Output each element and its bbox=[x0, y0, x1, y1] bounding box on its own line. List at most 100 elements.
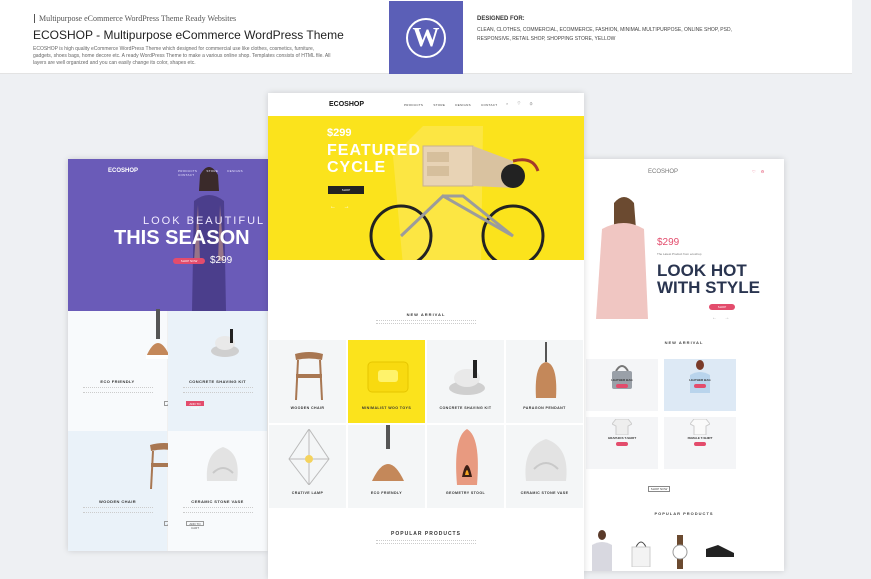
product-card[interactable]: CONCRETE SHAVING KIT bbox=[426, 339, 505, 424]
center-logo[interactable]: ECOSHOP bbox=[329, 101, 364, 108]
product-card[interactable]: ECO FRIENDLY bbox=[347, 424, 426, 509]
product-name: MINIMALIST WOO TOYS bbox=[361, 406, 412, 410]
left-hero-banner: ECOSHOP PRODUCTS STORE DESIGNS CONTACT L… bbox=[68, 159, 268, 311]
product-card[interactable]: PARAGON PENDANT bbox=[505, 339, 584, 424]
wooden-chair-image bbox=[295, 352, 323, 400]
product-name: PARAGON PENDANT bbox=[523, 406, 566, 410]
center-new-arrival-heading: NEW ARRIVAL bbox=[406, 312, 446, 317]
right-header-icons[interactable]: ♡ ⚙ bbox=[752, 169, 766, 174]
watch-image bbox=[672, 535, 688, 569]
theme-description: ECOSHOP is high quality eCommerce WordPr… bbox=[33, 46, 331, 66]
product-name: WOODEN CHAIR bbox=[290, 406, 325, 410]
product-name: GRAPHICS T-SHIRT bbox=[607, 436, 637, 440]
product-name: FEMALE T-SHIRT bbox=[687, 436, 713, 440]
add-to-cart-button[interactable]: ADD TO CART bbox=[186, 401, 204, 410]
center-hero-price: $299 bbox=[327, 127, 352, 139]
shaving-kit-image bbox=[211, 329, 239, 357]
center-nav[interactable]: PRODUCTS STORE DESIGNS CONTACT bbox=[404, 103, 497, 107]
product-card[interactable]: LEATHER BAG bbox=[586, 359, 658, 411]
center-header-icons[interactable]: ⌕ ♡ ⚙ bbox=[506, 101, 537, 106]
designed-for-tags: CLEAN, CLOTHES, COMMERCIAL, ECOMMERCE, F… bbox=[477, 27, 732, 42]
center-popular-products-heading: POPULAR PRODUCTS bbox=[391, 531, 461, 537]
product-name: CERAMIC STONE VASE bbox=[520, 491, 569, 495]
product-name: LEATHER BAG bbox=[689, 378, 711, 382]
product-card[interactable]: CERAMIC STONE VASE bbox=[505, 424, 584, 509]
product-card[interactable]: GRAPHICS T-SHIRT bbox=[586, 417, 658, 469]
left-hero-price: $299 bbox=[210, 255, 233, 266]
right-logo[interactable]: ECOSHOP bbox=[648, 169, 678, 175]
eco-lamp-image bbox=[372, 425, 404, 481]
add-to-cart-button[interactable]: ADD TO CART bbox=[186, 521, 204, 530]
right-new-arrival-heading: NEW ARRIVAL bbox=[664, 340, 704, 345]
center-popular-sub bbox=[376, 540, 476, 544]
ceramic-vase-image bbox=[206, 447, 238, 481]
product-desc-placeholder bbox=[83, 507, 153, 513]
theme-header: Multipurpose eCommerce WordPress Theme R… bbox=[0, 0, 852, 74]
product-name: ECO FRIENDLY bbox=[100, 379, 135, 384]
bicycle-with-box-image bbox=[369, 126, 545, 260]
product-name: WOODEN CHAIR bbox=[98, 499, 137, 504]
product-card[interactable]: WOODEN CHAIR ADD TO CART bbox=[68, 431, 182, 551]
product-card[interactable]: GEOMETRY STOOL bbox=[426, 424, 505, 509]
product-name: CERAMIC STONE VASE bbox=[191, 499, 244, 504]
model-image bbox=[592, 530, 612, 571]
sneaker-image bbox=[706, 545, 734, 560]
product-card[interactable]: LEATHER BAG bbox=[664, 359, 736, 411]
product-name: CONCRETE SHAVING KIT bbox=[439, 406, 492, 410]
right-hero-arrows[interactable]: ← → bbox=[712, 315, 732, 321]
woman-pink-coat-image bbox=[596, 197, 648, 319]
left-shop-now-button[interactable]: SHOP NOW bbox=[173, 258, 205, 264]
center-hero-line2: CYCLE bbox=[327, 159, 387, 176]
center-topbar: ECOSHOP PRODUCTS STORE DESIGNS CONTACT ⌕… bbox=[268, 93, 584, 116]
left-preview-screenshot: ECOSHOP PRODUCTS STORE DESIGNS CONTACT L… bbox=[68, 159, 268, 551]
center-preview-screenshot: ECOSHOP PRODUCTS STORE DESIGNS CONTACT ⌕… bbox=[268, 93, 584, 579]
product-name: ECO FRIENDLY bbox=[370, 491, 403, 495]
product-name: LEATHER BAG bbox=[611, 378, 633, 382]
product-card[interactable]: WOODEN CHAIR bbox=[268, 339, 347, 424]
right-shop-button[interactable]: SHOP bbox=[709, 304, 735, 310]
wordpress-logo-icon: W bbox=[406, 17, 446, 58]
left-hero-line2: THIS SEASON bbox=[114, 227, 250, 249]
left-nav[interactable]: PRODUCTS STORE DESIGNS CONTACT bbox=[178, 169, 268, 177]
right-preview-screenshot: ECOSHOP ♡ ⚙ $299 The Latest Product from… bbox=[584, 159, 784, 571]
product-card[interactable]: CRATIVE LAMP bbox=[268, 424, 347, 509]
left-logo[interactable]: ECOSHOP bbox=[108, 168, 138, 174]
pendant-lamp-image bbox=[535, 342, 557, 398]
designed-for-label: DESIGNED FOR: bbox=[477, 16, 525, 22]
shaving-kit-image bbox=[449, 360, 485, 395]
tshirt-image bbox=[612, 419, 632, 435]
left-hero-line1: LOOK BEAUTIFUL bbox=[143, 215, 266, 227]
right-shop-now-button[interactable]: SHOP NOW bbox=[648, 486, 670, 492]
right-hero-sub: The Latest Product from ecoshop bbox=[657, 252, 702, 256]
female-tshirt-image bbox=[690, 419, 710, 435]
product-card[interactable]: MINIMALIST WOO TOYS bbox=[347, 339, 426, 424]
product-name: CONCRETE SHAVING KIT bbox=[188, 379, 247, 384]
center-new-arrival-sub bbox=[376, 320, 476, 324]
center-shop-button[interactable]: SHOP bbox=[328, 186, 364, 194]
center-hero-line1: FEATURED bbox=[327, 142, 421, 159]
center-hero-arrows[interactable]: ← → bbox=[330, 204, 353, 210]
geometry-stool-image bbox=[456, 429, 478, 485]
product-button[interactable] bbox=[694, 384, 706, 388]
product-desc-placeholder bbox=[183, 507, 253, 513]
right-product-grid: LEATHER BAG LEATHER BAG GRAPHICS T-SHIRT… bbox=[584, 359, 784, 489]
center-product-grid: WOODEN CHAIR MINIMALIST WOO TOYS CONCRET… bbox=[268, 339, 584, 509]
product-card[interactable]: FEMALE T-SHIRT bbox=[664, 417, 736, 469]
product-desc-placeholder bbox=[83, 387, 153, 393]
wordpress-badge: W bbox=[389, 1, 463, 74]
product-button[interactable] bbox=[694, 442, 706, 446]
product-desc-placeholder bbox=[183, 387, 253, 393]
right-hero-line2: WITH STYLE bbox=[657, 278, 760, 297]
product-card[interactable]: CONCRETE SHAVING KIT ADD TO CART bbox=[168, 311, 268, 431]
product-card[interactable]: CERAMIC STONE VASE ADD TO CART bbox=[168, 431, 268, 551]
tote-bag-image bbox=[631, 541, 651, 567]
product-button[interactable] bbox=[616, 384, 628, 388]
right-hero-price: $299 bbox=[657, 237, 680, 248]
product-card[interactable]: ECO FRIENDLY ADD TO CART bbox=[68, 309, 182, 431]
product-name: GEOMETRY STOOL bbox=[445, 491, 486, 495]
right-popular-items bbox=[584, 529, 784, 571]
product-button[interactable] bbox=[616, 442, 628, 446]
page-title[interactable]: ECOSHOP - Multipurpose eCommerce WordPre… bbox=[33, 28, 344, 42]
right-popular-products-heading: POPULAR PRODUCTS bbox=[654, 511, 714, 516]
left-product-grid: ECO FRIENDLY ADD TO CART CONCRETE SHAVIN… bbox=[68, 309, 268, 551]
